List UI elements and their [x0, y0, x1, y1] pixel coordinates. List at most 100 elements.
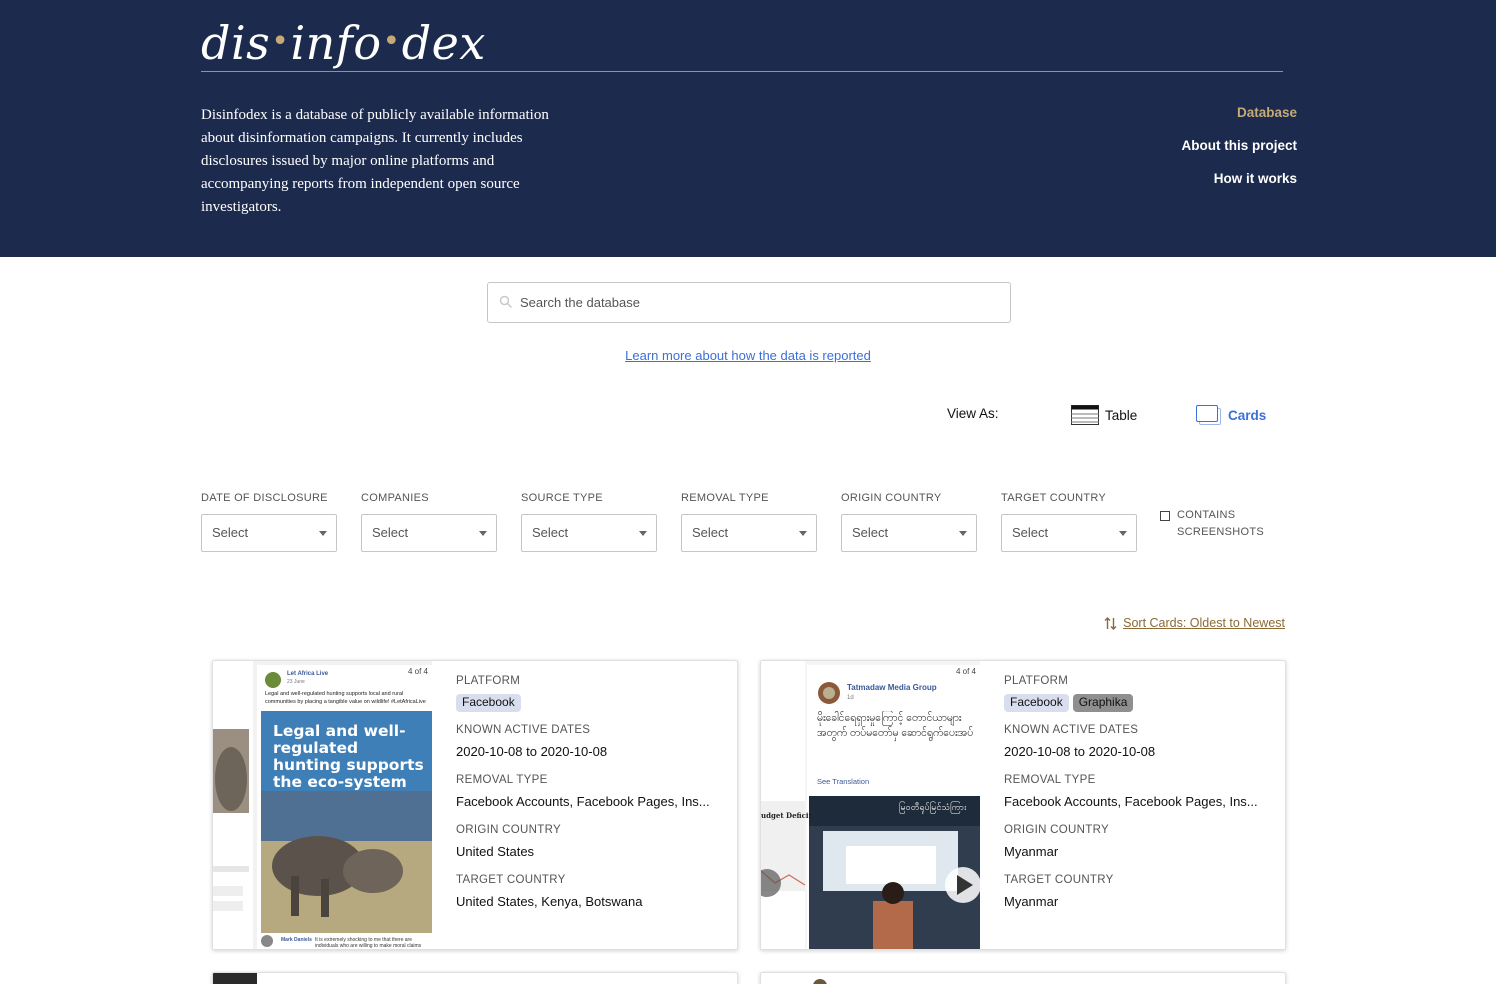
filter-origin-country: ORIGIN COUNTRY Select: [841, 491, 977, 552]
view-cards-option[interactable]: Cards: [1196, 404, 1266, 426]
thumb-comment-author: Mark Daniels: [281, 937, 312, 943]
disclosure-card[interactable]: 4 of 4 Tatmadaw Media Group 1d မိုးခေါင်…: [760, 660, 1286, 950]
filter-label: DATE OF DISCLOSURE: [201, 492, 328, 504]
card-meta: PLATFORM Facebook KNOWN ACTIVE DATES 202…: [456, 674, 726, 923]
header-divider: [201, 71, 1283, 72]
screenshots-checkbox-label: CONTAINS SCREENSHOTS: [1177, 507, 1264, 541]
chevron-down-icon: [1119, 531, 1127, 536]
logo-text-dis: dis: [201, 16, 271, 70]
thumbnail-page-indicator: 4 of 4: [955, 667, 976, 676]
card-thumbnail: [813, 979, 827, 984]
thumb-post-date: 23 June: [287, 679, 305, 685]
logo-text-dex: dex: [401, 16, 486, 70]
filter-label: REMOVAL TYPE: [681, 492, 769, 504]
origin-country-select[interactable]: Select: [841, 514, 977, 552]
site-header: dis•info•dex Disinfodex is a database of…: [0, 0, 1496, 257]
date-of-disclosure-select[interactable]: Select: [201, 514, 337, 552]
dates-label: KNOWN ACTIVE DATES: [456, 724, 591, 736]
select-value: Select: [1012, 525, 1049, 540]
filter-companies: COMPANIES Select: [361, 491, 497, 552]
platform-label: PLATFORM: [456, 675, 521, 687]
removal-label: REMOVAL TYPE: [1004, 774, 1096, 786]
view-table-label: Table: [1105, 407, 1138, 423]
target-value: United States, Kenya, Botswana: [456, 894, 643, 909]
nav-database[interactable]: Database: [1182, 104, 1297, 137]
filter-label: SOURCE TYPE: [521, 492, 603, 504]
thumb-comment: It is extremely shocking to me that ther…: [315, 937, 422, 949]
logo-dot: •: [382, 24, 401, 59]
companies-select[interactable]: Select: [361, 514, 497, 552]
sort-icon: [1104, 616, 1117, 630]
origin-label: ORIGIN COUNTRY: [1004, 824, 1109, 836]
filter-removal-type: REMOVAL TYPE Select: [681, 491, 817, 552]
search-box: [487, 282, 1011, 323]
logo-text-info: info: [290, 16, 382, 70]
chevron-down-icon: [479, 531, 487, 536]
select-value: Select: [372, 525, 409, 540]
site-logo[interactable]: dis•info•dex: [201, 14, 486, 71]
platform-tags: Facebook Graphika: [1004, 694, 1274, 712]
sort-control: Sort Cards: Oldest to Newest: [1104, 616, 1285, 630]
search-icon: [499, 295, 513, 309]
chevron-down-icon: [799, 531, 807, 536]
platform-tag[interactable]: Facebook: [1004, 694, 1069, 712]
filter-label: COMPANIES: [361, 492, 429, 504]
filter-label: ORIGIN COUNTRY: [841, 492, 942, 504]
target-value: Myanmar: [1004, 894, 1059, 909]
target-country-select[interactable]: Select: [1001, 514, 1137, 552]
view-as-label: View As:: [947, 406, 999, 421]
nav-how-it-works[interactable]: How it works: [1182, 170, 1297, 203]
thumb-post-text: Legal and well-regulated hunting support…: [265, 691, 426, 705]
site-intro: Disinfodex is a database of publicly ava…: [201, 107, 549, 215]
thumb-headline: Legal and well-regulated hunting support…: [273, 722, 424, 791]
filter-label: TARGET COUNTRY: [1001, 492, 1107, 504]
disclosure-card[interactable]: [212, 972, 738, 984]
nav-about[interactable]: About this project: [1182, 137, 1298, 170]
cards-icon: [1196, 405, 1221, 425]
thumb-banner: မြဝတီရုပ်မြင်သံကြား: [899, 802, 967, 812]
thumb-post-text: မိုးခေါင်ရေရှားမှုကြောင့် တောင်ယာများ အတ…: [817, 712, 974, 739]
logo-dot: •: [271, 24, 290, 59]
source-type-select[interactable]: Select: [521, 514, 657, 552]
chevron-down-icon: [639, 531, 647, 536]
thumb-post-date: 1d: [847, 695, 854, 701]
select-value: Select: [212, 525, 249, 540]
card-meta: PLATFORM Facebook Graphika KNOWN ACTIVE …: [1004, 674, 1274, 923]
select-value: Select: [532, 525, 569, 540]
card-thumbnail[interactable]: 4 of 4 Let Africa Live 23 June Legal and…: [213, 661, 432, 949]
screenshots-checkbox[interactable]: [1160, 511, 1170, 521]
platform-tag[interactable]: Facebook: [456, 694, 521, 712]
removal-value: Facebook Accounts, Facebook Pages, Ins..…: [456, 794, 710, 809]
thumb-poster-name: Tatmadaw Media Group: [847, 683, 937, 692]
card-thumbnail: [213, 973, 257, 984]
platform-tag[interactable]: Graphika: [1072, 694, 1134, 712]
platform-tags: Facebook: [456, 694, 726, 712]
filter-source-type: SOURCE TYPE Select: [521, 491, 657, 552]
chevron-down-icon: [319, 531, 327, 536]
target-label: TARGET COUNTRY: [1004, 874, 1114, 886]
card-thumbnail[interactable]: 4 of 4 Tatmadaw Media Group 1d မိုးခေါင်…: [761, 661, 980, 949]
target-label: TARGET COUNTRY: [456, 874, 566, 886]
removal-type-select[interactable]: Select: [681, 514, 817, 552]
contains-screenshots-filter[interactable]: CONTAINS SCREENSHOTS: [1160, 507, 1264, 541]
disclosure-card[interactable]: [760, 972, 1286, 984]
removal-value: Facebook Accounts, Facebook Pages, Ins..…: [1004, 794, 1258, 809]
disclosure-card[interactable]: 4 of 4 Let Africa Live 23 June Legal and…: [212, 660, 738, 950]
dates-label: KNOWN ACTIVE DATES: [1004, 724, 1139, 736]
filter-target-country: TARGET COUNTRY Select: [1001, 491, 1137, 552]
thumb-side-label: udget Deficit: [761, 811, 812, 820]
thumbnail-page-indicator: 4 of 4: [407, 667, 428, 676]
label-line: SCREENSHOTS: [1177, 526, 1265, 538]
dates-value: 2020-10-08 to 2020-10-08: [456, 744, 608, 759]
view-table-option[interactable]: Table: [1071, 404, 1137, 426]
origin-label: ORIGIN COUNTRY: [456, 824, 561, 836]
select-value: Select: [852, 525, 889, 540]
learn-more-row: Learn more about how the data is reporte…: [0, 348, 1496, 363]
origin-value: Myanmar: [1004, 844, 1059, 859]
platform-label: PLATFORM: [1004, 675, 1069, 687]
search-input[interactable]: [520, 283, 1000, 322]
sort-link[interactable]: Sort Cards: Oldest to Newest: [1123, 616, 1285, 630]
main-nav: Database About this project How it works: [1182, 104, 1298, 203]
removal-label: REMOVAL TYPE: [456, 774, 548, 786]
learn-more-link[interactable]: Learn more about how the data is reporte…: [625, 348, 871, 363]
